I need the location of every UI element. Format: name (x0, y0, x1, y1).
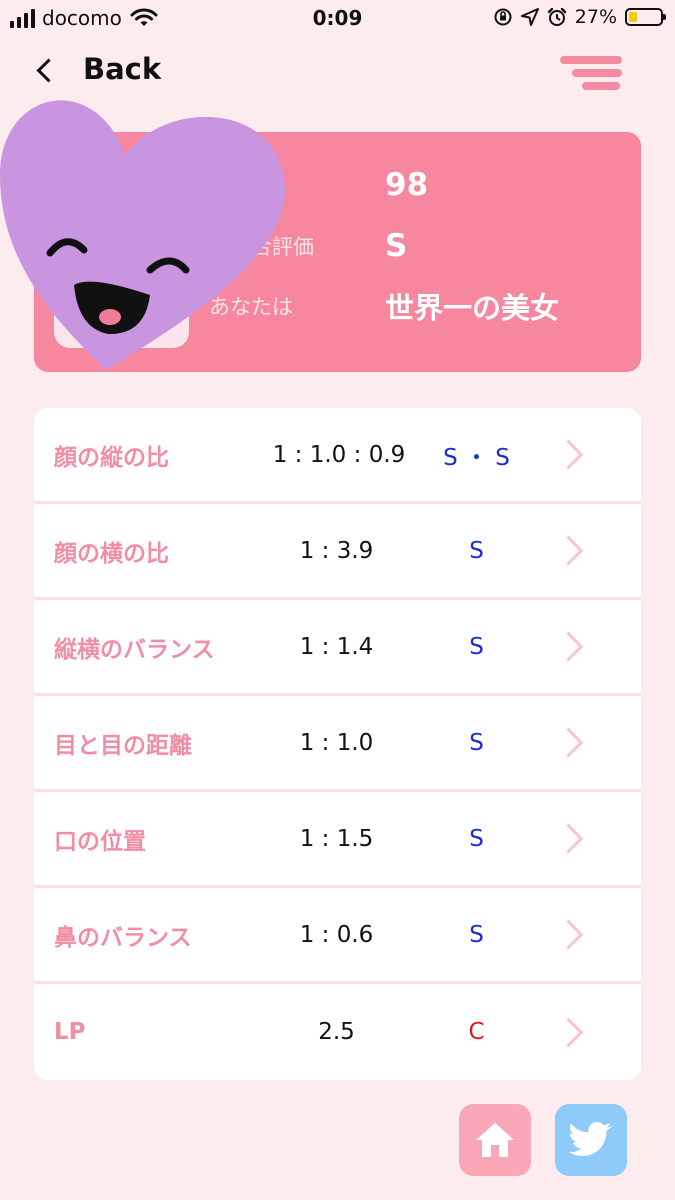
battery-level (629, 12, 637, 22)
item-grade: S (469, 537, 484, 564)
item-ratio: 1 : 1.0 : 0.9 (272, 441, 406, 468)
list-item[interactable]: LP 2.5 C (34, 984, 641, 1080)
list-item[interactable]: 顔の横の比 1 : 3.9 S (34, 504, 641, 600)
item-label: 顔の縦の比 (54, 444, 169, 471)
chevron-right-icon (553, 439, 584, 470)
list-item[interactable]: 口の位置 1 : 1.5 S (34, 792, 641, 888)
summary-value: 98 (385, 167, 429, 203)
item-ratio: 1 : 3.9 (299, 537, 374, 564)
chevron-right-icon (553, 727, 584, 758)
heart-sticker-icon (0, 100, 285, 371)
twitter-button[interactable] (555, 1104, 627, 1176)
chevron-right-icon (553, 1017, 584, 1047)
chevron-right-icon (553, 535, 584, 566)
item-grade: S (469, 633, 484, 660)
list-item[interactable]: 縦横のバランス 1 : 1.4 S (34, 600, 641, 696)
item-ratio: 1 : 1.5 (299, 825, 374, 852)
location-icon (520, 8, 539, 26)
item-label: 口の位置 (54, 828, 146, 855)
status-bar: docomo 0:09 27% (0, 0, 675, 36)
menu-icon[interactable] (560, 56, 622, 90)
item-grade: S (469, 825, 484, 852)
item-ratio: 1 : 0.6 (299, 921, 374, 948)
summary-value: 世界一の美女 (385, 291, 560, 325)
item-grade: S ・ S (443, 444, 510, 471)
home-icon (476, 1123, 514, 1157)
battery-icon (625, 8, 666, 26)
alarm-icon (547, 7, 566, 26)
item-ratio: 2.5 (318, 1019, 355, 1045)
chevron-right-icon (553, 631, 584, 662)
item-label: LP (54, 1019, 86, 1045)
summary-value: S (385, 228, 408, 264)
list-item[interactable]: 鼻のバランス 1 : 0.6 S (34, 888, 641, 984)
results-list: 顔の縦の比 1 : 1.0 : 0.9 S ・ S 顔の横の比 1 : 3.9 … (34, 408, 641, 1080)
list-item[interactable]: 顔の縦の比 1 : 1.0 : 0.9 S ・ S (34, 408, 641, 504)
twitter-icon (569, 1122, 612, 1156)
home-button[interactable] (459, 1104, 531, 1176)
orientation-lock-icon (494, 8, 512, 26)
item-grade: S (469, 921, 484, 948)
item-label: 縦横のバランス (54, 636, 215, 663)
chevron-left-icon (36, 57, 61, 83)
battery-percent: 27% (574, 6, 617, 28)
item-ratio: 1 : 1.0 (299, 729, 374, 756)
item-grade: C (468, 1019, 485, 1045)
item-label: 顔の横の比 (54, 540, 169, 567)
item-label: 目と目の距離 (54, 732, 192, 759)
item-label: 鼻のバランス (54, 924, 192, 951)
item-ratio: 1 : 1.4 (299, 633, 374, 660)
chevron-right-icon (553, 919, 584, 950)
item-grade: S (469, 729, 484, 756)
chevron-right-icon (553, 823, 584, 854)
list-item[interactable]: 目と目の距離 1 : 1.0 S (34, 696, 641, 792)
